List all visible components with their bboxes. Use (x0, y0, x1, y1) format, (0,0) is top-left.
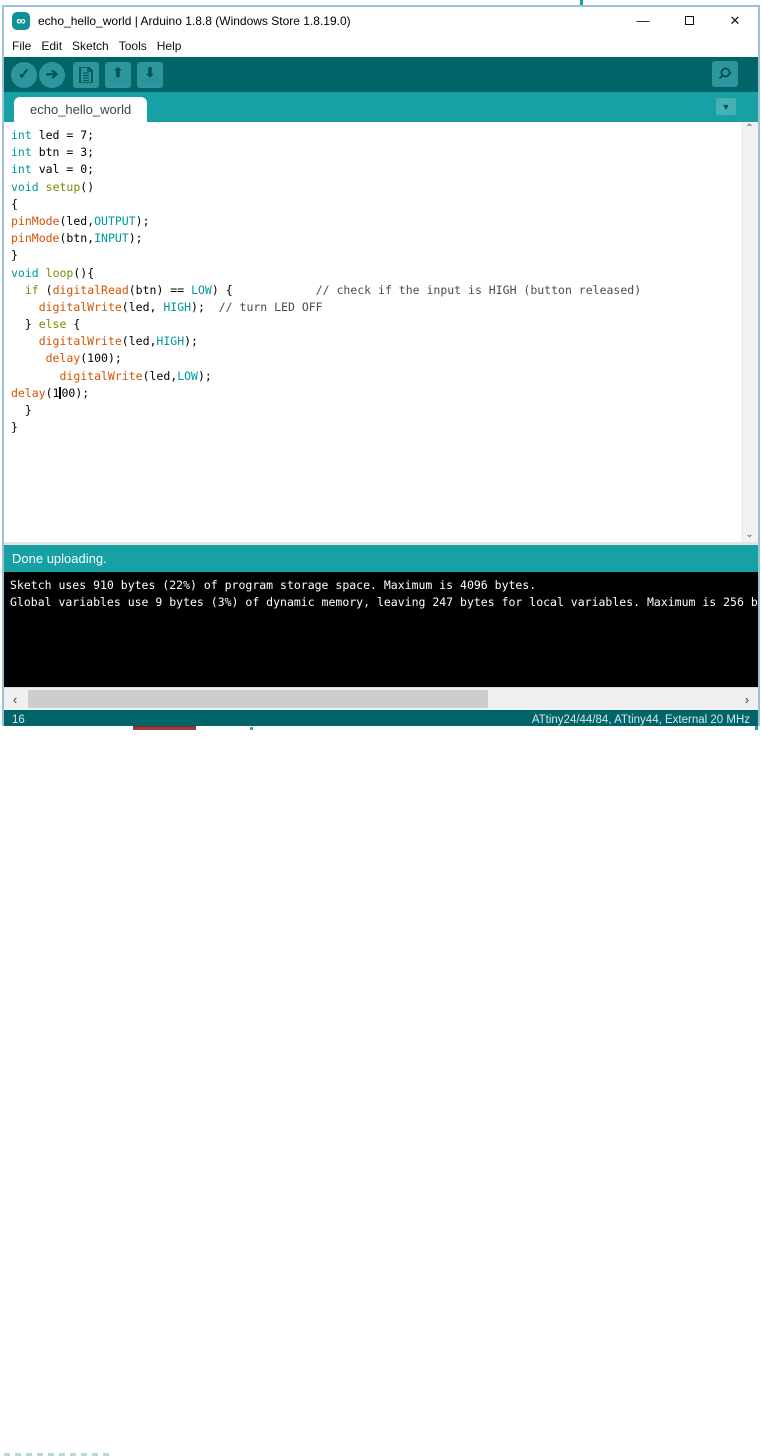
code-line: int btn = 3; (11, 145, 95, 160)
scroll-right-icon[interactable]: › (736, 688, 758, 710)
code-line: pinMode(btn,INPUT); (11, 231, 143, 246)
down-arrow-tray-icon: ⬇ ····· (141, 64, 159, 84)
background-fragment (133, 726, 196, 730)
status-message: Done uploading. (12, 551, 107, 566)
tabbar: echo_hello_world ▼ (4, 92, 758, 122)
document-icon (79, 66, 93, 83)
status-strip: Done uploading. (4, 545, 758, 572)
code-line: digitalWrite(led,LOW); (59, 368, 212, 383)
chevron-down-icon: ▼ (721, 101, 731, 112)
menu-item-edit[interactable]: Edit (41, 37, 69, 55)
code-line: int led = 7; (11, 128, 95, 142)
menu-item-sketch[interactable]: Sketch (72, 37, 116, 55)
new-sketch-button[interactable] (73, 61, 99, 88)
console-output: Sketch uses 910 bytes (22%) of program s… (4, 572, 758, 687)
verify-button[interactable]: ✓ (11, 61, 37, 88)
code-line: int val = 0; (11, 162, 95, 177)
serial-monitor-button[interactable] (712, 61, 738, 87)
maximize-icon (684, 16, 694, 25)
code-line: } (11, 248, 18, 263)
scroll-down-icon[interactable]: ⌄ (741, 528, 758, 542)
background-fragment (755, 726, 758, 730)
screen: ∞ echo_hello_world | Arduino 1.8.8 (Wind… (0, 0, 762, 1456)
maximize-button[interactable] (666, 7, 712, 34)
background-strip (0, 726, 762, 1456)
menubar: File Edit Sketch Tools Help (4, 34, 758, 57)
magnifier-icon (718, 67, 732, 80)
menu-item-help[interactable]: Help (157, 37, 189, 55)
open-sketch-button[interactable]: ⬆ ····· (105, 61, 131, 88)
toolbar: ✓ ➔ ⬆ ····· ⬇ ····· (4, 57, 758, 92)
code-line: void setup() (11, 179, 95, 194)
titlebar[interactable]: ∞ echo_hello_world | Arduino 1.8.8 (Wind… (4, 7, 758, 34)
code-line: delay(100); (45, 351, 122, 366)
close-button[interactable]: ✕ (712, 7, 758, 34)
right-arrow-icon: ➔ (45, 66, 59, 83)
scroll-left-icon[interactable]: ‹ (4, 688, 26, 710)
board-info: ATtiny24/44/84, ATtiny44, External 20 MH… (531, 713, 750, 726)
line-number: 16 (12, 713, 25, 726)
vertical-scrollbar[interactable]: ⌃ ⌄ (741, 122, 758, 542)
code-line: pinMode(led,OUTPUT); (11, 213, 150, 228)
console-line: Global variables use 9 bytes (3%) of dyn… (10, 595, 758, 609)
arduino-ide-window: ∞ echo_hello_world | Arduino 1.8.8 (Wind… (2, 5, 760, 729)
code-line: digitalWrite(led,HIGH); (38, 334, 198, 349)
code-line: void loop(){ (11, 265, 95, 280)
console-line: Sketch uses 910 bytes (22%) of program s… (10, 578, 537, 592)
window-title: echo_hello_world | Arduino 1.8.8 (Window… (38, 13, 351, 28)
code-line: } else { (11, 317, 81, 332)
editor: int led = 7; int btn = 3; int val = 0; void… (4, 122, 758, 542)
menu-item-tools[interactable]: Tools (119, 37, 154, 55)
up-arrow-tray-icon: ⬆ ····· (109, 64, 127, 84)
code-line: delay(100); (11, 385, 90, 400)
tab-list-dropdown-button[interactable]: ▼ (716, 98, 736, 115)
check-icon: ✓ (17, 66, 31, 83)
code-area[interactable]: int led = 7; int btn = 3; int val = 0; void… (4, 122, 741, 542)
tab-echo-hello-world[interactable]: echo_hello_world (14, 97, 148, 122)
save-sketch-button[interactable]: ⬇ ····· (137, 61, 163, 88)
code-line: if (digitalRead(btn) == LOW) { // check … (24, 282, 642, 297)
scroll-up-icon[interactable]: ⌃ (741, 122, 758, 136)
code-line: { (11, 196, 18, 211)
menu-item-file[interactable]: File (12, 37, 38, 55)
code-line: } (11, 420, 18, 435)
code-line: digitalWrite(led, HIGH); // turn LED OFF (38, 299, 323, 314)
window-controls: — ✕ (620, 7, 758, 34)
horizontal-scrollbar-thumb[interactable] (28, 690, 488, 708)
upload-button[interactable]: ➔ (39, 61, 65, 88)
horizontal-scrollbar[interactable]: ‹ › (4, 687, 758, 710)
minimize-button[interactable]: — (620, 7, 666, 34)
arduino-logo-icon: ∞ (12, 11, 30, 30)
code-line: } (11, 403, 32, 417)
